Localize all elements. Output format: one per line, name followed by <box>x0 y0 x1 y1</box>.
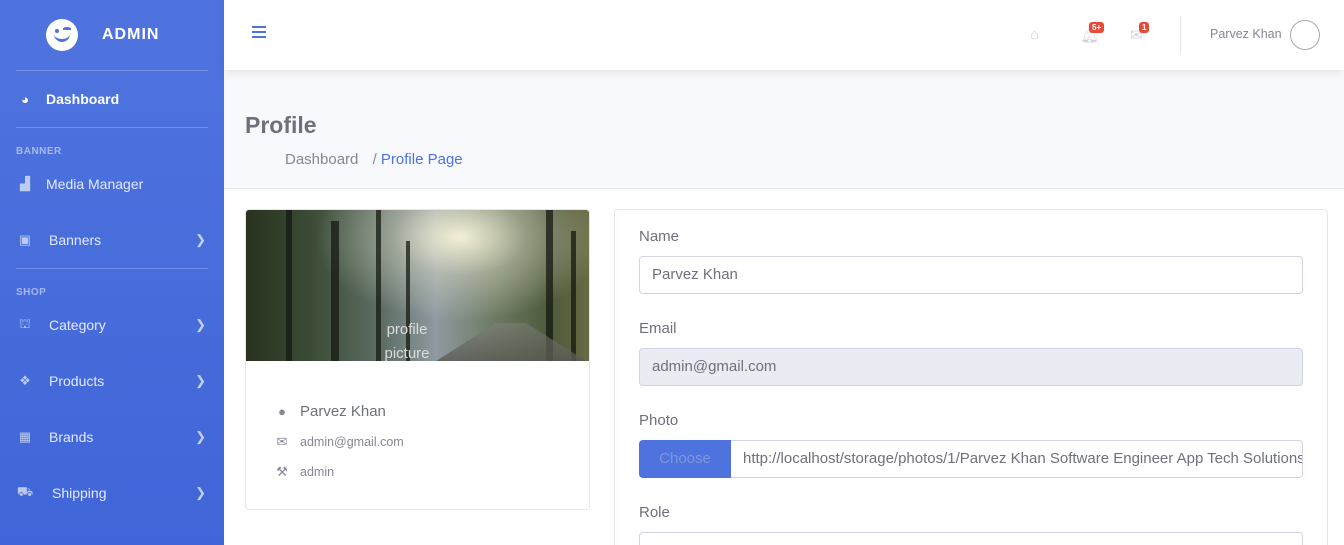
alerts-badge: 5+ <box>1089 22 1105 33</box>
role-label: Role <box>639 504 670 521</box>
sidebar: ADMIN ◕ Dashboard BANNER ▟ Media Manager… <box>0 0 224 545</box>
sidebar-item-dashboard[interactable]: ◕ Dashboard <box>0 71 224 127</box>
sidebar-heading-shop: SHOP <box>16 287 47 298</box>
email-label: Email <box>639 320 677 337</box>
brand-name: ADMIN <box>102 26 160 43</box>
tachometer-icon: ◕ <box>21 91 29 107</box>
breadcrumb: Dashboard / Profile Page <box>285 151 463 168</box>
profile-picture-alt: picture <box>384 345 430 362</box>
name-input[interactable]: Parvez Khan <box>639 256 1303 294</box>
sidebar-item-media-manager[interactable]: ▟ Media Manager <box>0 156 224 212</box>
chevron-right-icon: ❯ <box>195 232 206 247</box>
sidebar-item-category[interactable]: ⛫ Category ❯ <box>0 297 224 353</box>
chevron-right-icon: ❯ <box>195 485 206 500</box>
profile-picture-alt: profile <box>386 321 428 338</box>
image-icon: ▣ <box>18 232 32 247</box>
topbar: ⌂ 🔔︎ 5+ ✉ 1 Parvez Khan <box>224 0 1344 70</box>
breadcrumb-current: Profile Page <box>380 151 463 168</box>
table-icon: ▦ <box>18 429 32 444</box>
home-icon[interactable]: ⌂ <box>1030 26 1039 43</box>
cubes-icon: ❖ <box>19 373 31 388</box>
sidebar-brand[interactable]: ADMIN <box>0 0 224 70</box>
laugh-wink-icon <box>46 19 78 51</box>
profile-card: profile picture ● Parvez Khan ✉ admin@gm… <box>245 209 590 510</box>
profile-form-card: Name Parvez Khan Email admin@gmail.com P… <box>614 209 1328 545</box>
sidebar-item-label: Shipping <box>52 485 107 501</box>
name-label: Name <box>639 228 680 245</box>
sidebar-item-shipping[interactable]: ⛟ Shipping ❯ <box>0 465 224 521</box>
sidebar-toggle-button[interactable] <box>252 26 266 41</box>
breadcrumb-separator: / <box>372 151 377 168</box>
bell-icon[interactable]: 🔔︎ 5+ <box>1080 22 1105 44</box>
messages-badge: 1 <box>1139 22 1150 33</box>
envelope-icon[interactable]: ✉ 1 <box>1130 22 1150 44</box>
photo-label: Photo <box>639 412 679 429</box>
envelope-icon: ✉ <box>276 434 288 449</box>
page-header: Profile Dashboard / Profile Page <box>224 95 1344 189</box>
page-title: Profile <box>245 112 317 138</box>
choose-photo-button[interactable]: Choose <box>639 440 731 478</box>
profile-picture: profile picture <box>364 318 450 398</box>
chevron-right-icon: ❯ <box>195 317 206 332</box>
sidebar-item-label: Dashboard <box>46 91 120 107</box>
chevron-right-icon: ❯ <box>195 429 206 444</box>
sidebar-heading-banner: BANNER <box>16 146 62 157</box>
profile-name: Parvez Khan <box>300 403 386 420</box>
avatar[interactable] <box>1290 20 1320 50</box>
truck-icon: ⛟ <box>16 484 34 499</box>
role-select[interactable] <box>639 532 1303 545</box>
profile-info: ● Parvez Khan ✉ admin@gmail.com ⚒ admin <box>274 403 404 494</box>
sidebar-item-banners[interactable]: ▣ Banners ❯ <box>0 212 224 268</box>
sidebar-item-brands[interactable]: ▦ Brands ❯ <box>0 409 224 465</box>
profile-email: admin@gmail.com <box>300 435 404 449</box>
email-input: admin@gmail.com <box>639 348 1303 386</box>
sidebar-item-label: Brands <box>49 429 94 445</box>
topbar-divider <box>1180 16 1181 54</box>
topbar-user-name[interactable]: Parvez Khan <box>1210 27 1282 41</box>
photo-input[interactable]: http://localhost/storage/photos/1/Parvez… <box>731 440 1303 478</box>
sidebar-item-label: Media Manager <box>46 176 144 192</box>
hammer-icon: ⚒ <box>276 464 288 479</box>
chart-area-icon: ▟ <box>20 176 30 191</box>
sidebar-item-products[interactable]: ❖ Products ❯ <box>0 353 224 409</box>
user-icon: ● <box>278 404 286 419</box>
breadcrumb-home[interactable]: Dashboard <box>285 151 358 168</box>
sidebar-item-label: Products <box>49 373 105 389</box>
sitemap-icon: ⛫ <box>19 316 31 331</box>
chevron-right-icon: ❯ <box>195 373 206 388</box>
sidebar-item-label: Banners <box>49 232 102 248</box>
profile-role: admin <box>300 465 335 479</box>
sidebar-item-label: Category <box>49 317 106 333</box>
